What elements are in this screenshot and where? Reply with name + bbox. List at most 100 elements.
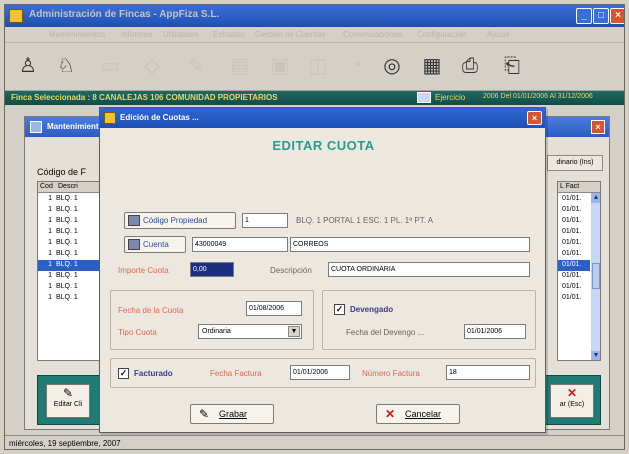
finca-label: Finca Seleccionada : 8 CANALEJAS 106 COM… bbox=[11, 93, 278, 102]
codigo-propiedad-field[interactable]: 1 bbox=[242, 213, 288, 228]
menu-item[interactable]: Mantenimientos bbox=[49, 30, 105, 39]
dialog-close-button[interactable]: × bbox=[527, 111, 542, 125]
facturado-label: Facturado bbox=[134, 369, 173, 378]
lookup-icon bbox=[128, 239, 140, 250]
fecha-factura-field[interactable]: 01/01/2006 bbox=[290, 365, 350, 380]
cuenta-button[interactable]: Cuenta bbox=[124, 236, 186, 253]
fecha-column-grid[interactable]: L Fact 01/01. 01/01. 01/01. 01/01. 01/01… bbox=[557, 181, 601, 361]
fecha-devengo-field[interactable]: 01/01/2006 bbox=[464, 324, 526, 339]
menu-item[interactable]: Informes bbox=[121, 30, 152, 39]
importe-cuota-field[interactable]: 0,00 bbox=[190, 262, 234, 277]
exit-button-label: ar (Esc) bbox=[559, 401, 585, 408]
disabled-tool-icon: ◇ bbox=[144, 55, 160, 77]
lookup-icon bbox=[128, 215, 140, 226]
column-header-cod[interactable]: Cod bbox=[40, 183, 53, 190]
devengado-checkbox[interactable]: ✓ bbox=[334, 304, 345, 315]
menu-item[interactable]: Entradas bbox=[213, 30, 245, 39]
dialog-heading: EDITAR CUOTA bbox=[272, 138, 375, 153]
exit-door-icon[interactable]: ⎗ bbox=[499, 53, 525, 79]
propiedad-description: BLQ. 1 PORTAL 1 ESC. 1 PL. 1ª PT. A bbox=[296, 216, 434, 225]
ejercicio-label: Ejercicio bbox=[435, 93, 466, 102]
finca-bar: Finca Seleccionada : 8 CANALEJAS 106 COM… bbox=[5, 91, 624, 105]
menu-item[interactable]: Ayuda bbox=[487, 30, 510, 39]
menubar: Mantenimientos Informes Utilidades Entra… bbox=[5, 27, 624, 43]
background-window-title: Mantenimiento bbox=[47, 122, 104, 131]
scroll-up-icon[interactable]: ▲ bbox=[591, 193, 600, 203]
fecha-cuota-field[interactable]: 01/08/2006 bbox=[246, 301, 302, 316]
cancelar-button[interactable]: ✕ Cancelar bbox=[376, 404, 460, 424]
cd-icon[interactable]: ◎ bbox=[379, 53, 405, 79]
code-label: Código de F bbox=[37, 167, 87, 177]
table-cell[interactable]: 01/01. bbox=[558, 293, 590, 304]
grid-header: L Fact bbox=[558, 182, 600, 193]
descripcion-label: Descripción bbox=[270, 266, 312, 275]
app-title: Administración de Fincas - AppFiza S.L. bbox=[29, 9, 220, 20]
edit-button[interactable]: ✎ Editar Cli bbox=[46, 384, 90, 418]
devengo-group bbox=[322, 290, 536, 350]
cancel-icon: ✕ bbox=[385, 407, 396, 421]
ejercicio-range: 2006 Del 01/01/2006 Al 31/12/2006 bbox=[483, 93, 593, 100]
fecha-cuota-label: Fecha de la Cuota bbox=[118, 306, 184, 315]
fecha-devengo-label: Fecha del Devengo ... bbox=[346, 328, 425, 337]
codigo-propiedad-button[interactable]: Código Propiedad bbox=[124, 212, 236, 229]
importe-cuota-label: Importe Cuota bbox=[118, 266, 169, 275]
users-icon[interactable]: ♘ bbox=[53, 53, 79, 79]
close-icon: ✕ bbox=[566, 386, 578, 400]
background-close-button[interactable]: × bbox=[591, 120, 605, 134]
dialog-title: Edición de Cuotas ... bbox=[120, 113, 199, 122]
table-cell[interactable]: 01/01. bbox=[558, 249, 590, 260]
menu-item[interactable]: Configuración bbox=[417, 30, 466, 39]
grabar-label: Grabar bbox=[219, 409, 248, 419]
cuenta-description-field[interactable]: CORREOS bbox=[290, 237, 530, 252]
chevron-down-icon[interactable]: ▼ bbox=[288, 326, 300, 337]
numero-factura-field[interactable]: 18 bbox=[446, 365, 530, 380]
status-date: miércoles, 19 septiembre, 2007 bbox=[9, 439, 121, 448]
menu-item[interactable]: Comunicaciones bbox=[343, 30, 402, 39]
disabled-tool-icon: ▤ bbox=[230, 55, 250, 77]
main-titlebar: Administración de Fincas - AppFiza S.L. … bbox=[5, 5, 624, 27]
vertical-scrollbar[interactable]: ▲ ▼ bbox=[591, 193, 600, 360]
fecha-tipo-group bbox=[110, 290, 314, 350]
calculator-icon[interactable]: ▦ bbox=[419, 53, 445, 79]
dialog-titlebar: Edición de Cuotas ... × bbox=[100, 108, 545, 128]
table-cell[interactable]: 01/01. bbox=[558, 282, 590, 293]
calendar-icon[interactable] bbox=[417, 92, 431, 103]
tipo-cuota-label: Tipo Cuota bbox=[118, 328, 157, 337]
menu-item[interactable]: Gestión de Cuentas bbox=[255, 30, 326, 39]
table-cell[interactable]: 01/01. bbox=[558, 227, 590, 238]
table-cell[interactable]: 01/01. bbox=[558, 238, 590, 249]
descripcion-field[interactable]: CUOTA ORDINARIA bbox=[328, 262, 530, 277]
ordinario-insert-button[interactable]: dinario (Ins) bbox=[547, 155, 603, 171]
facturado-checkbox[interactable]: ✓ bbox=[118, 368, 129, 379]
exit-button[interactable]: ✕ ar (Esc) bbox=[550, 384, 594, 418]
edit-icon: ✎ bbox=[62, 386, 74, 400]
table-cell[interactable]: 01/01. bbox=[558, 194, 590, 205]
minimize-button[interactable]: _ bbox=[576, 8, 592, 24]
close-button[interactable]: × bbox=[610, 8, 624, 24]
tipo-cuota-value: Ordinaria bbox=[202, 328, 231, 335]
disabled-tool-icon: ▣ bbox=[270, 55, 290, 77]
edit-button-label: Editar Cli bbox=[53, 401, 83, 408]
column-header-desc[interactable]: Descri bbox=[58, 183, 78, 190]
menu-item[interactable]: Utilidades bbox=[163, 30, 198, 39]
scroll-down-icon[interactable]: ▼ bbox=[591, 351, 600, 360]
fecha-factura-label: Fecha Factura bbox=[210, 369, 262, 378]
app-icon bbox=[9, 9, 23, 23]
owners-icon[interactable]: ♙ bbox=[15, 53, 41, 79]
table-cell[interactable]: 01/01. bbox=[558, 216, 590, 227]
table-cell[interactable]: 01/01. bbox=[558, 271, 590, 282]
cancelar-label: Cancelar bbox=[405, 409, 442, 419]
column-header-fact[interactable]: L Fact bbox=[560, 183, 579, 190]
printer-icon[interactable]: ⎙ bbox=[457, 53, 483, 79]
grabar-button[interactable]: ✎ Grabar bbox=[190, 404, 274, 424]
table-cell-selected[interactable]: 01/01. bbox=[558, 260, 590, 271]
devengado-label: Devengado bbox=[350, 305, 394, 314]
tipo-cuota-select[interactable]: Ordinaria ▼ bbox=[198, 324, 302, 339]
screenshot-frame: Administración de Fincas - AppFiza S.L. … bbox=[0, 0, 629, 454]
table-cell[interactable]: 01/01. bbox=[558, 205, 590, 216]
scroll-thumb[interactable] bbox=[592, 263, 600, 289]
maximize-button[interactable]: □ bbox=[593, 8, 609, 24]
save-icon: ✎ bbox=[199, 407, 210, 421]
cuenta-field[interactable]: 43000049 bbox=[192, 237, 288, 252]
window-icon bbox=[30, 121, 42, 133]
